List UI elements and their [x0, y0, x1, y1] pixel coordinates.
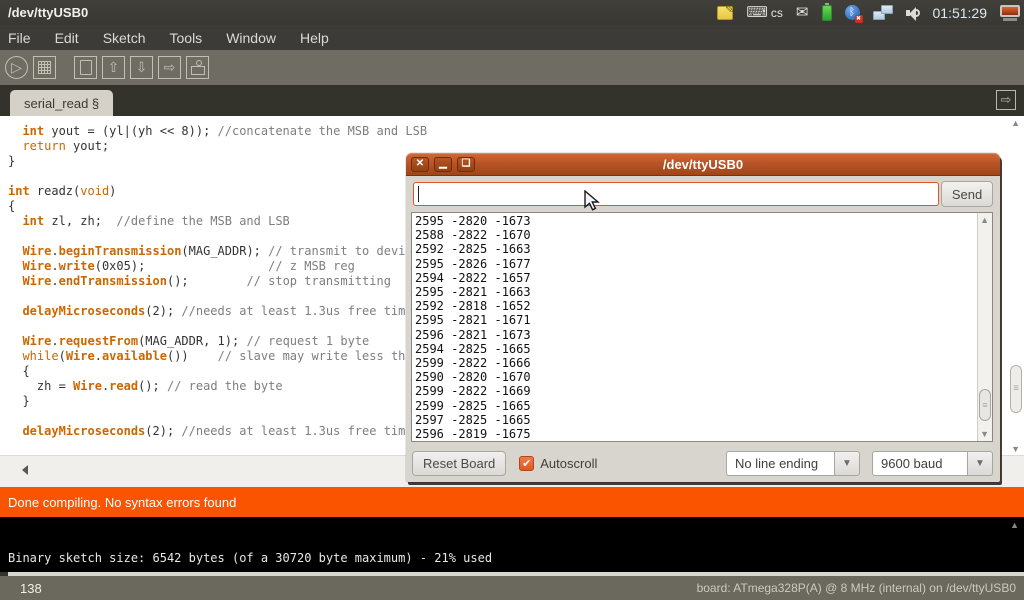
menu-edit[interactable]: Edit [55, 30, 79, 46]
verify-icon[interactable]: ▷ [5, 56, 28, 79]
system-tray: ⌨ cs ✉ ᛒ 01:51:29 [717, 0, 1024, 25]
keyboard-layout-label: cs [771, 6, 783, 20]
send-button[interactable]: Send [941, 181, 993, 207]
serial-row: 2595 -2821 -1663 [415, 285, 992, 299]
serial-monitor-title: /dev/ttyUSB0 [406, 157, 1000, 172]
chevron-down-icon[interactable]: ▼ [834, 451, 860, 476]
clock[interactable]: 01:51:29 [933, 5, 988, 21]
serial-row: 2594 -2825 -1665 [415, 342, 992, 356]
serial-row: 2590 -2820 -1670 [415, 370, 992, 384]
serial-row: 2588 -2822 -1670 [415, 228, 992, 242]
new-sketch-icon[interactable] [74, 56, 97, 79]
serial-output-area[interactable]: 2595 -2820 -16732588 -2822 -16702592 -28… [411, 212, 993, 442]
autoscroll-label: Autoscroll [540, 456, 597, 471]
text-caret [418, 186, 419, 202]
serial-row: 2597 -2825 -1665 [415, 413, 992, 427]
serial-row: 2592 -2825 -1663 [415, 242, 992, 256]
session-monitor-icon[interactable] [1000, 5, 1020, 21]
tab-bar: serial_read § ⇨ [0, 85, 1024, 116]
arduino-ide-window: /dev/ttyUSB0 ⌨ cs ✉ ᛒ 01:51:29 File Edit… [0, 0, 1024, 600]
board-info: board: ATmega328P(A) @ 8 MHz (internal) … [697, 581, 1024, 595]
baud-rate-dropdown[interactable]: 9600 baud ▼ [872, 451, 993, 476]
serial-monitor-window: ✕ ▁ ❑ /dev/ttyUSB0 Send 2595 -2820 -1673… [406, 153, 1000, 482]
serial-row: 2592 -2818 -1652 [415, 299, 992, 313]
bluetooth-icon[interactable]: ᛒ [845, 5, 860, 20]
chevron-down-icon[interactable]: ▼ [967, 451, 993, 476]
reset-board-button[interactable]: Reset Board [412, 451, 506, 476]
serial-row: 2599 -2825 -1665 [415, 399, 992, 413]
serial-scroll-up-icon[interactable]: ▲ [980, 215, 989, 225]
menu-window[interactable]: Window [226, 30, 276, 46]
compile-status-message: Done compiling. No syntax errors found [0, 495, 236, 510]
scroll-left-icon[interactable] [22, 465, 28, 475]
serial-row: 2595 -2821 -1671 [415, 313, 992, 327]
line-ending-dropdown[interactable]: No line ending ▼ [726, 451, 860, 476]
save-icon[interactable]: ⇩ [130, 56, 153, 79]
serial-row: 2595 -2820 -1673 [415, 214, 992, 228]
serial-row: 2596 -2821 -1673 [415, 328, 992, 342]
battery-icon[interactable] [822, 5, 832, 21]
editor-vertical-scrollbar[interactable]: ▲ ▼ [1007, 116, 1024, 455]
serial-monitor-controls: Reset Board ✔ Autoscroll No line ending … [406, 449, 1000, 477]
serial-row: 2596 -2819 -1675 [415, 427, 992, 441]
menu-sketch[interactable]: Sketch [103, 30, 146, 46]
scroll-down-icon[interactable]: ▼ [1011, 444, 1020, 454]
menu-tools[interactable]: Tools [170, 30, 203, 46]
keyboard-layout-indicator[interactable]: ⌨ cs [746, 5, 783, 20]
build-console: Binary sketch size: 6542 bytes (of a 307… [0, 517, 1024, 572]
serial-vertical-scrollbar[interactable]: ▲ ▼ [977, 213, 992, 441]
menu-file[interactable]: File [8, 30, 31, 46]
serial-scroll-down-icon[interactable]: ▼ [980, 429, 989, 439]
upload-icon[interactable]: ⇨ [158, 56, 181, 79]
menu-bar: File Edit Sketch Tools Window Help [0, 25, 1024, 50]
status-footer: 138 board: ATmega328P(A) @ 8 MHz (intern… [0, 576, 1024, 600]
keyboard-icon: ⌨ [746, 5, 768, 20]
serial-scrollbar-thumb[interactable] [979, 389, 991, 421]
serial-row: 2599 -2822 -1669 [415, 384, 992, 398]
compile-status-bar: Done compiling. No syntax errors found [0, 487, 1024, 517]
serial-monitor-titlebar[interactable]: ✕ ▁ ❑ /dev/ttyUSB0 [406, 153, 1000, 176]
window-title: /dev/ttyUSB0 [0, 5, 88, 20]
serial-row: 2599 -2822 -1666 [415, 356, 992, 370]
console-scroll-up-icon[interactable]: ▲ [1010, 520, 1019, 530]
line-ending-value: No line ending [726, 451, 834, 476]
autoscroll-checkbox[interactable]: ✔ [519, 456, 534, 471]
toolbar: ▷ ⇧ ⇩ ⇨ [0, 50, 1024, 85]
volume-icon[interactable] [906, 6, 920, 20]
open-icon[interactable]: ⇧ [102, 56, 125, 79]
mouse-cursor [584, 190, 600, 212]
serial-send-input[interactable] [413, 182, 939, 206]
tab-menu-icon[interactable]: ⇨ [996, 90, 1016, 110]
serial-output-rows: 2595 -2820 -16732588 -2822 -16702592 -28… [412, 213, 992, 441]
editor-scrollbar-thumb[interactable] [1010, 365, 1022, 413]
tab-serial-read[interactable]: serial_read § [10, 90, 113, 116]
mail-icon[interactable]: ✉ [796, 5, 809, 20]
line-number-indicator: 138 [0, 581, 42, 596]
menu-help[interactable]: Help [300, 30, 329, 46]
baud-rate-value: 9600 baud [872, 451, 967, 476]
serial-monitor-icon[interactable] [186, 56, 209, 79]
console-output: Binary sketch size: 6542 bytes (of a 307… [8, 551, 492, 565]
serial-row: 2594 -2822 -1657 [415, 271, 992, 285]
stop-icon[interactable] [33, 56, 56, 79]
scroll-up-icon[interactable]: ▲ [1011, 118, 1020, 128]
top-panel: /dev/ttyUSB0 ⌨ cs ✉ ᛒ 01:51:29 [0, 0, 1024, 25]
network-icon[interactable] [873, 5, 893, 21]
note-icon[interactable] [717, 6, 733, 20]
serial-row: 2595 -2826 -1677 [415, 257, 992, 271]
